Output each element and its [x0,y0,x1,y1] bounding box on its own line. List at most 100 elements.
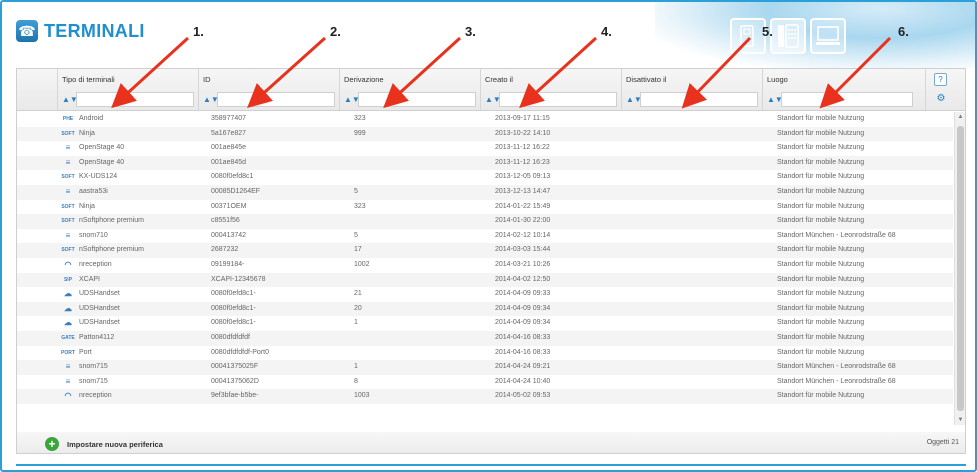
keypad-phone-icon[interactable] [770,18,806,54]
cell-device-type: ≡ aastra53i [61,185,196,200]
filter-location-input[interactable] [781,92,913,107]
annotation-label-6: 6. [898,24,909,39]
cell-deactivated [636,316,756,331]
cell-device-type: SOFT nSoftphone premium [61,243,196,258]
cell-location: Standort München - Leonrodstraße 68 [777,363,896,371]
cell-device-type: SIP XCAPI [61,273,196,288]
sort-icon[interactable]: ▲▼ [767,94,783,106]
sort-icon[interactable]: ▲▼ [485,94,501,106]
table-row[interactable]: SIP XCAPI XCAPI-12345678 2014-04-02 12:50 St… [17,272,953,288]
table-row[interactable]: ≡ aastra53i 00085D1264EF 5 2013-12-13 14:47 S… [17,185,953,200]
table-row[interactable]: SOFT Ninja 00371OEM 323 2014-01-22 15:49 Stan… [17,200,953,215]
cell-extension: 17 [354,246,362,254]
help-button[interactable]: ? [934,73,947,86]
device-type-icon: ☁ [64,303,72,313]
scroll-up-icon[interactable]: ▲ [955,112,966,122]
table-row[interactable]: SOFT KX-UDS124 0080f0efd8c1 2013-12-05 09:1… [17,170,953,185]
table-row[interactable]: PORT Port 0080dfdfdfdf-Port0 2014-04-16 08:… [17,346,953,361]
column-header-location: Luogo ▲▼ [762,69,925,111]
cell-deactivated [636,360,756,375]
cell-extension: 8 [354,377,358,385]
header: ☎ TERMINALI [2,2,975,68]
cell-created: 2013-12-13 14:47 [495,188,551,195]
sort-icon[interactable]: ▲▼ [62,94,78,106]
settings-icon[interactable]: ⚙ [935,93,947,105]
table-row[interactable]: ☁ UDSHandset 0080f0efd8c1- 1 2014-04-09 09:3… [17,316,953,331]
cell-device-type: SOFT Ninja [61,200,196,215]
cell-extension [354,214,474,229]
table-row[interactable]: ◠ nreception 9ef3bfae-b5be- 1003 2014-05-02 … [17,389,953,404]
filter-created-input[interactable] [499,92,617,107]
device-type-label: nSoftphone premium [79,246,144,254]
scroll-thumb[interactable] [957,126,964,411]
cell-device-type: ≡ OpenStage 40 [61,156,196,171]
cell-id: 5a167e827 [211,129,247,137]
annotation-label-2: 2. [330,24,341,39]
device-type-label: OpenStage 40 [79,144,125,152]
device-type-icon: GATE [61,335,75,341]
cell-created: 2014-01-30 22:00 [495,217,551,225]
cell-created: 2013-12-05 09:13 [495,173,551,181]
column-label: Creato il [485,75,513,84]
cell-id: 00041375025F [211,363,259,371]
table-row[interactable]: ≡ snom710 000413742 5 2014-02-12 10:14 Stando… [17,229,953,244]
table-row[interactable]: SOFT Ninja 5a167e827 999 2013-10-22 14:10 Sta… [17,126,953,142]
table-row[interactable]: ☁ UDSHandset 0080f0efd8c1- 20 2014-04-09 09:… [17,301,953,317]
table-row[interactable]: SOFT nSoftphone premium 2687232 17 2014-03-0… [17,243,953,258]
cell-created: 2014-04-24 10:40 [495,377,551,385]
device-type-label: aastra53i [79,188,108,195]
sort-icon[interactable]: ▲▼ [203,94,219,106]
cell-id: 000413742 [211,231,247,239]
cell-deactivated [636,127,756,142]
device-type-icon: SOFT [61,203,75,210]
cell-extension [354,141,474,156]
cell-deactivated [636,141,756,156]
filter-extension-input[interactable] [358,92,476,107]
cell-location: Standort München - Leonrodstraße 68 [777,377,896,385]
table-row[interactable]: ≡ OpenStage 40 001ae845d 2013-11-12 16:23 St… [17,155,953,171]
filter-deactivated-input[interactable] [640,92,758,107]
table-row[interactable]: ≡ OpenStage 40 001ae845e 2013-11-12 16:22 St… [17,141,953,156]
annotation-label-1: 1. [193,24,204,39]
cell-extension [354,170,474,185]
cell-id: 00371OEM [211,202,247,210]
cell-extension: 21 [354,290,362,298]
sort-icon[interactable]: ▲▼ [344,94,360,106]
desk-phone-icon[interactable] [730,18,766,54]
table-row[interactable]: ◠ nreception 09199184- 1002 2014-03-21 10:26… [17,258,953,273]
cell-device-type: SOFT Ninja [61,127,196,142]
softphone-icon[interactable] [810,18,846,54]
cell-deactivated [636,331,756,346]
table-row[interactable]: ≡ snom715 00041375062D 8 2014-04-24 10:40 Sta… [17,375,953,390]
add-device-button[interactable]: + Impostare nuova periferica [45,437,163,451]
table-row[interactable]: ☁ UDSHandset 0080f0efd8c1- 21 2014-04-09 09:… [17,287,953,302]
column-label: Disattivato il [626,75,667,84]
cell-created: 2014-03-21 10:26 [495,261,551,268]
cell-id: 2687232 [211,246,239,254]
cell-extension: 323 [354,115,366,122]
cell-created: 2013-11-12 16:22 [495,144,550,152]
cell-device-type: ◠ nreception [61,258,196,273]
page-title: TERMINALI [44,20,145,41]
cell-id: 00085D1264EF [211,188,261,195]
table-row[interactable]: ≡ snom715 00041375025F 1 2014-04-24 09:21 Sta… [17,360,953,375]
device-type-label: snom715 [79,363,108,371]
table-row[interactable]: GATE Patton4112 0080dfdfdfdf 2014-04-16 08:… [17,331,953,346]
device-type-icon: ≡ [65,230,71,240]
filter-type-input[interactable] [76,92,194,107]
annotation-label-5: 5. [762,24,773,39]
filter-id-input[interactable] [217,92,335,107]
cell-created: 2014-05-02 09:53 [495,392,551,400]
scroll-down-icon[interactable]: ▼ [955,415,966,425]
table-row[interactable]: SOFT nSoftphone premium c8551f56 2014-01-30… [17,214,953,229]
device-type-label: snom715 [79,377,108,385]
cell-id: 0080f0efd8c1 [211,173,254,181]
vertical-scrollbar[interactable]: ▲ ▼ [954,112,965,425]
device-type-icon: ≡ [65,362,71,372]
cell-device-type: PHE Android [61,112,196,127]
terminals-grid: Tipo di terminali ▲▼ ID ▲▼ Derivazione ▲… [16,68,966,433]
table-row[interactable]: PHE Android 358977407 323 2013-09-17 11:15 St… [17,112,953,127]
sort-icon[interactable]: ▲▼ [626,94,642,106]
device-type-icon: ☁ [64,318,72,328]
add-device-label: Impostare nuova periferica [67,439,163,449]
